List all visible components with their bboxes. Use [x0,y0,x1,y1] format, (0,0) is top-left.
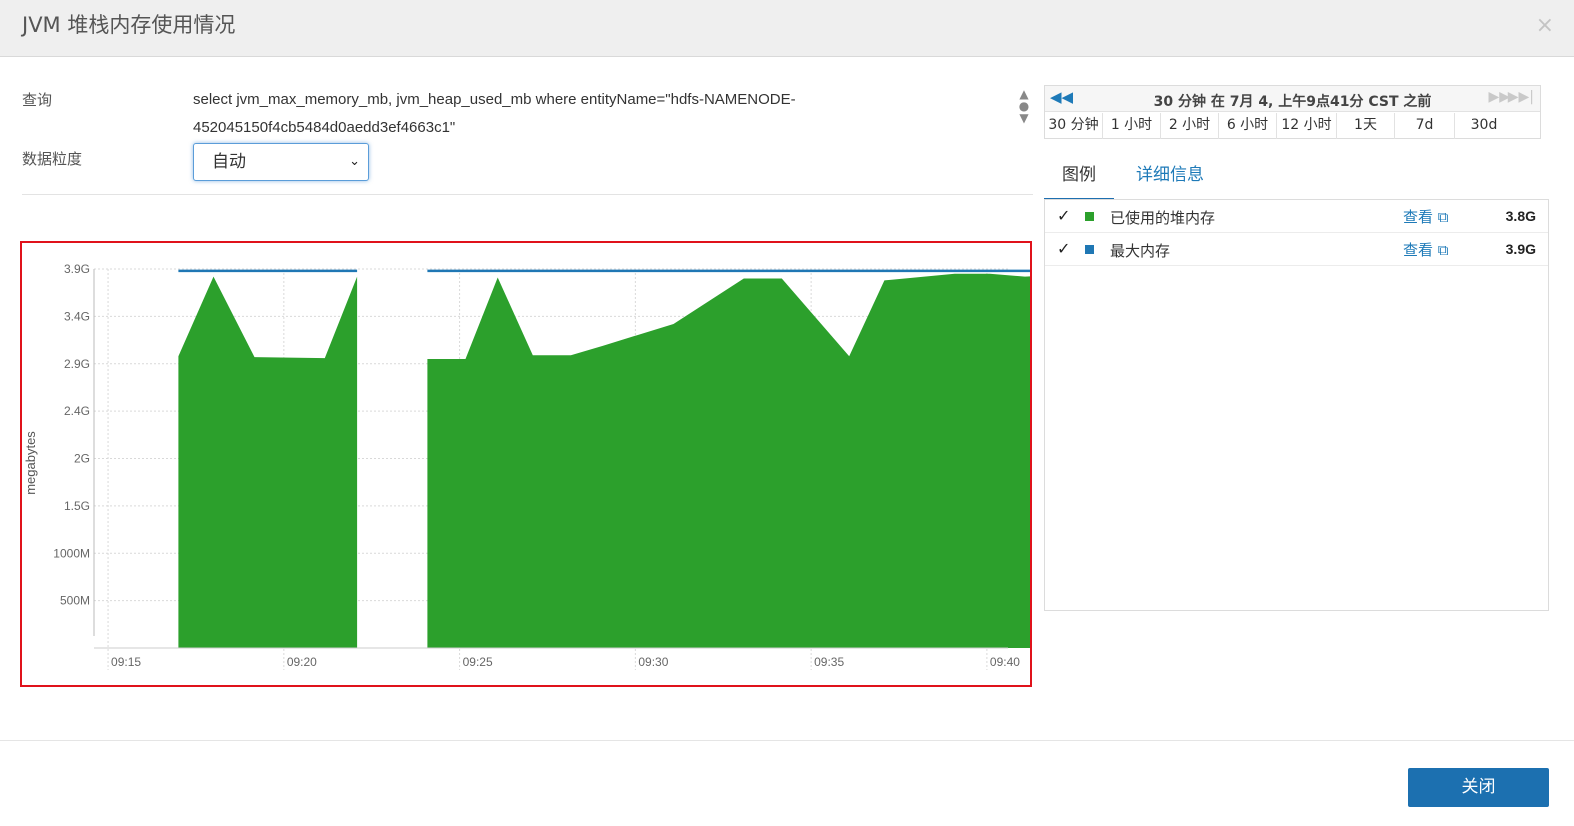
y-axis: 500M 1000M 1.5G 2G 2.4G 2.9G 3.4G 3.9G [53,262,95,636]
checkmark-icon[interactable]: ✓ [1057,239,1070,258]
x-tick-label: 09:35 [814,655,844,669]
close-button[interactable]: 关闭 [1408,768,1549,807]
legend-tabs: 图例 详细信息 [1044,160,1549,201]
legend-series-name: 已使用的堆内存 [1110,209,1216,227]
divider [22,194,1033,195]
y-tick-label: 500M [60,594,90,608]
granularity-label: 数据粒度 [22,150,83,168]
legend-series-name: 最大内存 [1110,242,1171,260]
time-range-buttons: 30 分钟 1 小时 2 小时 6 小时 12 小时 1天 7d 30d [1045,113,1540,139]
range-button-2h[interactable]: 2 小时 [1161,113,1219,139]
view-link[interactable]: 查看 ⧉ [1403,206,1449,227]
legend-row: ✓ 最大内存 查看 ⧉ 3.9G [1045,233,1548,266]
x-tick-label: 09:20 [287,655,317,669]
close-icon[interactable]: × [1536,13,1554,38]
dialog-title: JVM 堆栈内存使用情况 [22,13,236,37]
legend-series-value: 3.8G [1505,208,1536,224]
y-tick-label: 1000M [53,546,90,560]
fast-forward-end-icon[interactable]: ▶▶| [1508,89,1534,105]
y-tick-label: 2G [74,452,90,466]
time-range-header: ◀◀ 30 分钟 在 7月 4, 上午9点41分 CST 之前 ▶▶ ▶▶| [1045,86,1540,112]
granularity-select[interactable]: 自动 ⌄ [193,143,369,181]
x-tick-label: 09:40 [990,655,1020,669]
range-button-6h[interactable]: 6 小时 [1219,113,1277,139]
x-tick-label: 09:30 [638,655,668,669]
time-range-title: 30 分钟 在 7月 4, 上午9点41分 CST 之前 [1153,94,1432,110]
chart-highlight-frame: 500M 1000M 1.5G 2G 2.4G 2.9G 3.4G 3.9G 09:15 09:… [20,241,1032,687]
x-tick-label: 09:25 [463,655,493,669]
heap-memory-chart: 500M1000M1.5G2G2.4G2.9G3.4G3.9G 09:15 09:… [23,262,1030,670]
external-link-icon: ⧉ [1437,208,1449,226]
range-button-30m[interactable]: 30 分钟 [1045,113,1103,139]
query-label: 查询 [22,91,53,109]
tab-legend[interactable]: 图例 [1044,160,1114,201]
resize-handle-icon[interactable]: ▲ ● ▼ [1016,88,1032,124]
range-button-30d[interactable]: 30d [1455,113,1513,139]
legend-row: ✓ 已使用的堆内存 查看 ⧉ 3.8G [1045,200,1548,233]
time-range-navigator: ◀◀ 30 分钟 在 7月 4, 上午9点41分 CST 之前 ▶▶ ▶▶| 3… [1044,85,1541,139]
used-heap-area [178,276,358,648]
y-tick-label: 3.9G [64,262,90,276]
used-heap-area [427,273,1030,648]
view-link[interactable]: 查看 ⧉ [1403,239,1449,260]
footer-divider [0,740,1574,741]
legend-panel: ✓ 已使用的堆内存 查看 ⧉ 3.8G ✓ 最大内存 查看 ⧉ 3.9G [1044,199,1549,611]
checkmark-icon[interactable]: ✓ [1057,206,1070,225]
series-color-swatch [1085,212,1094,221]
y-tick-label: 3.4G [64,309,90,323]
chart-series-layer [178,269,1030,648]
chevron-down-icon: ⌄ [349,154,360,169]
y-tick-label: 2.4G [64,404,90,418]
tab-details[interactable]: 详细信息 [1118,160,1222,201]
y-tick-label: 2.9G [64,357,90,371]
range-button-7d[interactable]: 7d [1395,113,1455,139]
granularity-selected-value: 自动 [212,152,246,172]
range-button-1h[interactable]: 1 小时 [1103,113,1161,139]
query-text: select jvm_max_memory_mb, jvm_heap_used_… [193,91,796,136]
dialog-header: JVM 堆栈内存使用情况 × [0,0,1574,57]
external-link-icon: ⧉ [1437,241,1449,259]
range-button-12h[interactable]: 12 小时 [1277,113,1337,139]
range-button-1d[interactable]: 1天 [1337,113,1395,139]
x-tick-label: 09:15 [111,655,141,669]
series-color-swatch [1085,245,1094,254]
x-axis: 09:15 09:20 09:25 09:30 09:35 09:40 [94,647,1020,669]
y-axis-label: megabytes [23,431,38,495]
legend-series-value: 3.9G [1505,241,1536,257]
y-tick-label: 1.5G [64,499,90,513]
